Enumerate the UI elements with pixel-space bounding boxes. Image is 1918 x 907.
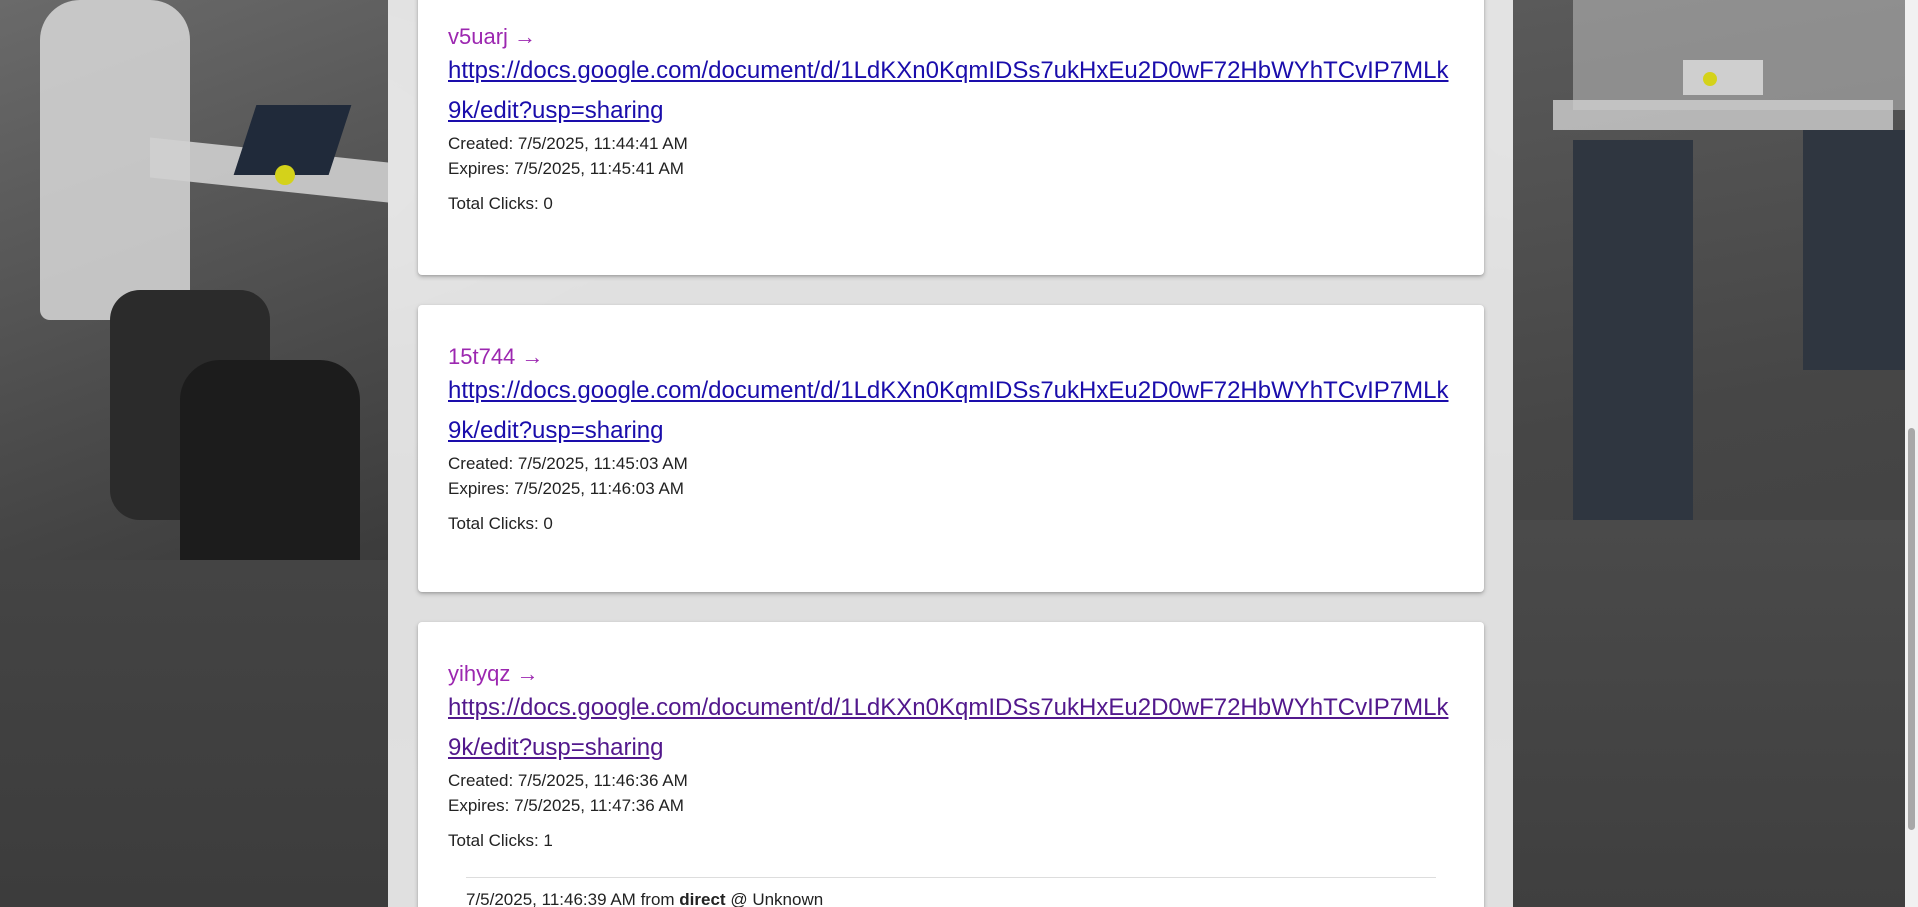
page-scrollbar[interactable] <box>1905 0 1918 907</box>
click-source: direct <box>679 890 726 907</box>
created-date: Created: 7/5/2025, 11:46:36 AM <box>448 771 688 790</box>
created-date: Created: 7/5/2025, 11:45:03 AM <box>448 454 688 473</box>
expires-date: Expires: 7/5/2025, 11:45:41 AM <box>448 159 684 178</box>
links-list-panel: v5uarj → https://docs.google.com/documen… <box>388 0 1513 907</box>
long-url-link[interactable]: https://docs.google.com/document/d/1LdKX… <box>448 51 1454 131</box>
click-location: Unknown <box>752 890 824 907</box>
click-at-symbol: @ <box>730 890 748 907</box>
arrow-icon: → <box>514 24 537 49</box>
link-card: v5uarj → https://docs.google.com/documen… <box>418 0 1484 275</box>
long-url-link[interactable]: https://docs.google.com/document/d/1LdKX… <box>448 371 1454 451</box>
short-code: 15t744 <box>448 344 516 369</box>
expires-date: Expires: 7/5/2025, 11:46:03 AM <box>448 479 684 498</box>
total-clicks: Total Clicks: 0 <box>448 194 553 213</box>
arrow-icon: → <box>521 344 544 369</box>
scrollbar-thumb[interactable] <box>1908 428 1915 830</box>
click-from-label: from <box>640 890 675 907</box>
link-card: 15t744 → https://docs.google.com/documen… <box>418 305 1484 592</box>
short-code: yihyqz <box>448 661 511 686</box>
total-clicks: Total Clicks: 0 <box>448 514 553 533</box>
background-left-photo <box>0 0 388 907</box>
total-clicks: Total Clicks: 1 <box>448 831 553 850</box>
background-right-photo <box>1513 0 1905 907</box>
short-code: v5uarj <box>448 24 508 49</box>
link-card: yihyqz → https://docs.google.com/documen… <box>418 622 1484 907</box>
short-code-link[interactable]: yihyqz → <box>448 660 1454 688</box>
short-code-link[interactable]: 15t744 → <box>448 343 1454 371</box>
click-log-entry: 7/5/2025, 11:46:39 AM from direct @ Unkn… <box>466 877 1436 907</box>
long-url-link[interactable]: https://docs.google.com/document/d/1LdKX… <box>448 688 1454 768</box>
short-code-link[interactable]: v5uarj → <box>448 23 1454 51</box>
click-time: 7/5/2025, 11:46:39 AM <box>466 890 636 907</box>
arrow-icon: → <box>516 661 539 686</box>
created-date: Created: 7/5/2025, 11:44:41 AM <box>448 134 688 153</box>
expires-date: Expires: 7/5/2025, 11:47:36 AM <box>448 796 684 815</box>
